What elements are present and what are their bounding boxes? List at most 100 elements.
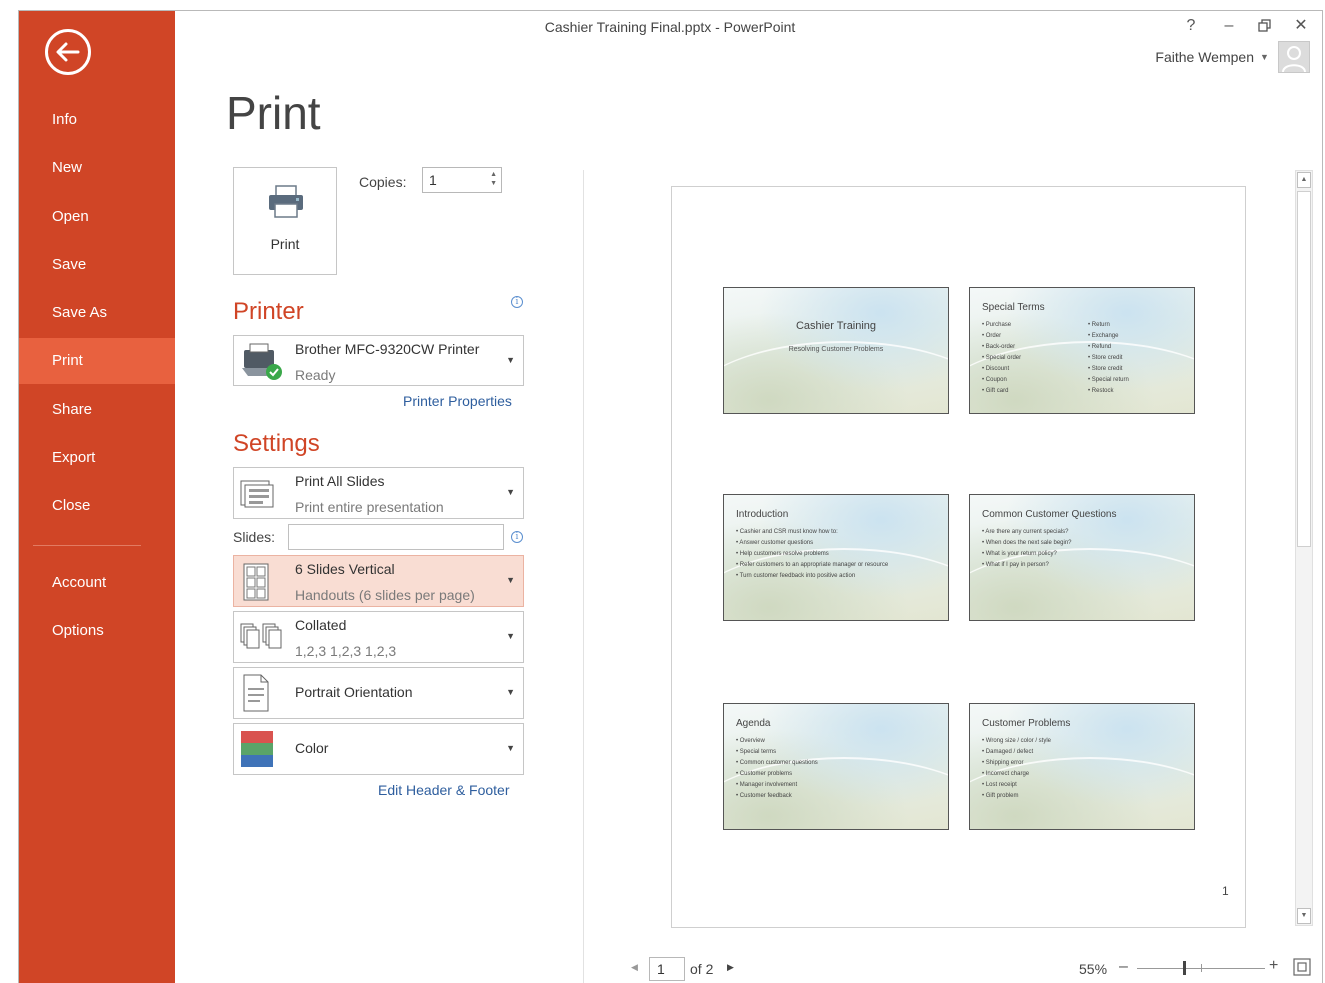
- zoom-to-page-icon: [1293, 958, 1311, 976]
- print-button[interactable]: Print: [233, 167, 337, 275]
- scroll-thumb[interactable]: [1297, 191, 1311, 547]
- slide-thumbnail: Introduction • Cashier and CSR must know …: [723, 494, 949, 621]
- print-range-subtitle: Print entire presentation: [295, 499, 444, 515]
- print-preview-page: Cashier Training Resolving Customer Probl…: [671, 186, 1246, 928]
- close-button[interactable]: ✕: [1288, 14, 1314, 38]
- slide-bullet: • Return: [1088, 322, 1110, 328]
- slide-title: Cashier Training: [795, 320, 877, 332]
- slide-thumbnail: Special Terms • Purchase • Order • Back-ord…: [969, 287, 1195, 414]
- color-swatch-icon: [241, 731, 273, 767]
- help-button[interactable]: ?: [1178, 14, 1204, 38]
- print-range-dropdown[interactable]: Print All Slides Print entire presentati…: [233, 467, 524, 519]
- slide-bullet: • What if I pay in person?: [982, 562, 1049, 568]
- zoom-in-button[interactable]: +: [1269, 957, 1278, 975]
- sidebar-item-print[interactable]: Print: [19, 338, 175, 384]
- next-page-button[interactable]: ▶: [727, 962, 734, 973]
- slide-bullet: • Answer customer questions: [736, 540, 814, 546]
- chevron-down-icon[interactable]: ▼: [1260, 52, 1269, 62]
- sidebar-item-close[interactable]: Close: [19, 483, 175, 529]
- slides-input[interactable]: [288, 524, 504, 550]
- sidebar-item-save-as[interactable]: Save As: [19, 290, 175, 336]
- slide-bullet: • Turn customer feedback into positive a…: [736, 573, 856, 579]
- slide-bullet: • Damaged / defect: [982, 749, 1034, 755]
- printer-dropdown[interactable]: Brother MFC-9320CW Printer Ready ▼: [233, 335, 524, 386]
- printer-status: Ready: [295, 367, 336, 383]
- orientation-dropdown[interactable]: Portrait Orientation ▼: [233, 667, 524, 719]
- slides-stack-icon: [240, 480, 274, 508]
- slide-title: Agenda: [736, 718, 771, 729]
- chevron-down-icon: ▼: [506, 743, 515, 753]
- printer-icon: [269, 185, 303, 218]
- info-icon[interactable]: i: [511, 531, 523, 543]
- restore-button[interactable]: [1252, 14, 1278, 38]
- slide-bullet: • Shipping error: [982, 760, 1024, 766]
- back-arrow-icon: [56, 42, 80, 62]
- chevron-down-icon: ▼: [506, 631, 515, 641]
- sidebar-item-open[interactable]: Open: [19, 194, 175, 240]
- slide-bullet: • Special terms: [736, 749, 777, 755]
- sidebar-item-new[interactable]: New: [19, 145, 175, 191]
- preview-scrollbar[interactable]: ▲ ▼: [1295, 170, 1313, 926]
- slide-bullet: • Back-order: [982, 344, 1016, 350]
- zoom-slider-thumb[interactable]: [1183, 961, 1186, 975]
- panel-divider: [583, 170, 584, 983]
- collation-dropdown[interactable]: Collated 1,2,3 1,2,3 1,2,3 ▼: [233, 611, 524, 663]
- slide-bullet: • Special order: [982, 355, 1022, 361]
- minimize-button[interactable]: –: [1216, 14, 1242, 38]
- zoom-to-page-button[interactable]: [1293, 958, 1311, 976]
- sidebar-item-info[interactable]: Info: [19, 97, 175, 143]
- slide-bullet: • Special return: [1088, 377, 1129, 383]
- printer-ready-icon: [242, 343, 282, 380]
- edit-header-footer-link[interactable]: Edit Header & Footer: [378, 782, 510, 798]
- color-dropdown[interactable]: Color ▼: [233, 723, 524, 775]
- copies-stepper[interactable]: ▲ ▼: [490, 170, 497, 188]
- slide-thumbnail: Agenda • Overview • Special terms • Common …: [723, 703, 949, 830]
- scroll-down-button[interactable]: ▼: [1297, 908, 1311, 924]
- printer-properties-link[interactable]: Printer Properties: [403, 393, 512, 409]
- collation-subtitle: 1,2,3 1,2,3 1,2,3: [295, 643, 397, 659]
- sidebar-item-account[interactable]: Account: [19, 560, 175, 606]
- sidebar-item-options[interactable]: Options: [19, 608, 175, 654]
- copies-input[interactable]: 1 ▲ ▼: [422, 167, 502, 193]
- slide-bullet: • Are there any current specials?: [982, 529, 1069, 535]
- slide-bullet: • Gift card: [982, 388, 1009, 394]
- page-title: Print: [226, 87, 321, 139]
- settings-heading: Settings: [233, 430, 320, 457]
- portrait-page-icon: [243, 674, 269, 712]
- handout-grid-icon: [243, 563, 269, 601]
- sidebar-item-export[interactable]: Export: [19, 435, 175, 481]
- print-range-title: Print All Slides: [295, 473, 385, 489]
- layout-subtitle: Handouts (6 slides per page): [295, 587, 475, 603]
- zoom-level[interactable]: 55%: [1079, 961, 1107, 977]
- current-page-input[interactable]: 1: [649, 957, 685, 981]
- collation-title: Collated: [295, 617, 347, 633]
- restore-icon: [1258, 19, 1271, 32]
- slide-bullet: • Exchange: [1088, 333, 1119, 339]
- slide-bullet: • What is your return policy?: [982, 551, 1057, 557]
- slide-bullet: • Cashier and CSR must know how to:: [736, 529, 838, 535]
- user-silhouette-icon: [1282, 46, 1306, 72]
- slide-bullet: • Lost receipt: [982, 782, 1017, 788]
- orientation-title: Portrait Orientation: [295, 684, 413, 700]
- zoom-out-button[interactable]: –: [1119, 958, 1128, 976]
- slides-label: Slides:: [233, 529, 276, 545]
- slide-bullet: • Help customers resolve problems: [736, 551, 829, 557]
- sidebar-item-share[interactable]: Share: [19, 387, 175, 433]
- scroll-up-button[interactable]: ▲: [1297, 172, 1311, 188]
- info-icon[interactable]: i: [511, 296, 523, 308]
- previous-page-button[interactable]: ◀: [631, 962, 638, 973]
- slide-bullet: • Coupon: [982, 377, 1007, 383]
- layout-dropdown[interactable]: 6 Slides Vertical Handouts (6 slides per…: [233, 555, 524, 607]
- slide-bullet: • Order: [982, 333, 1002, 339]
- collated-pages-icon: [240, 623, 282, 649]
- user-name[interactable]: Faithe Wempen: [1130, 49, 1254, 65]
- back-button[interactable]: [45, 29, 91, 75]
- sidebar-item-save[interactable]: Save: [19, 242, 175, 288]
- slide-bullet: • Store credit: [1088, 355, 1123, 361]
- chevron-down-icon: ▼: [506, 687, 515, 697]
- slide-bullet: • Purchase: [982, 322, 1012, 328]
- slide-bullet: • Incorrect charge: [982, 771, 1030, 777]
- zoom-slider-center-tick: [1201, 964, 1202, 972]
- avatar[interactable]: [1278, 41, 1310, 73]
- slide-thumbnail: Common Customer Questions • Are there any…: [969, 494, 1195, 621]
